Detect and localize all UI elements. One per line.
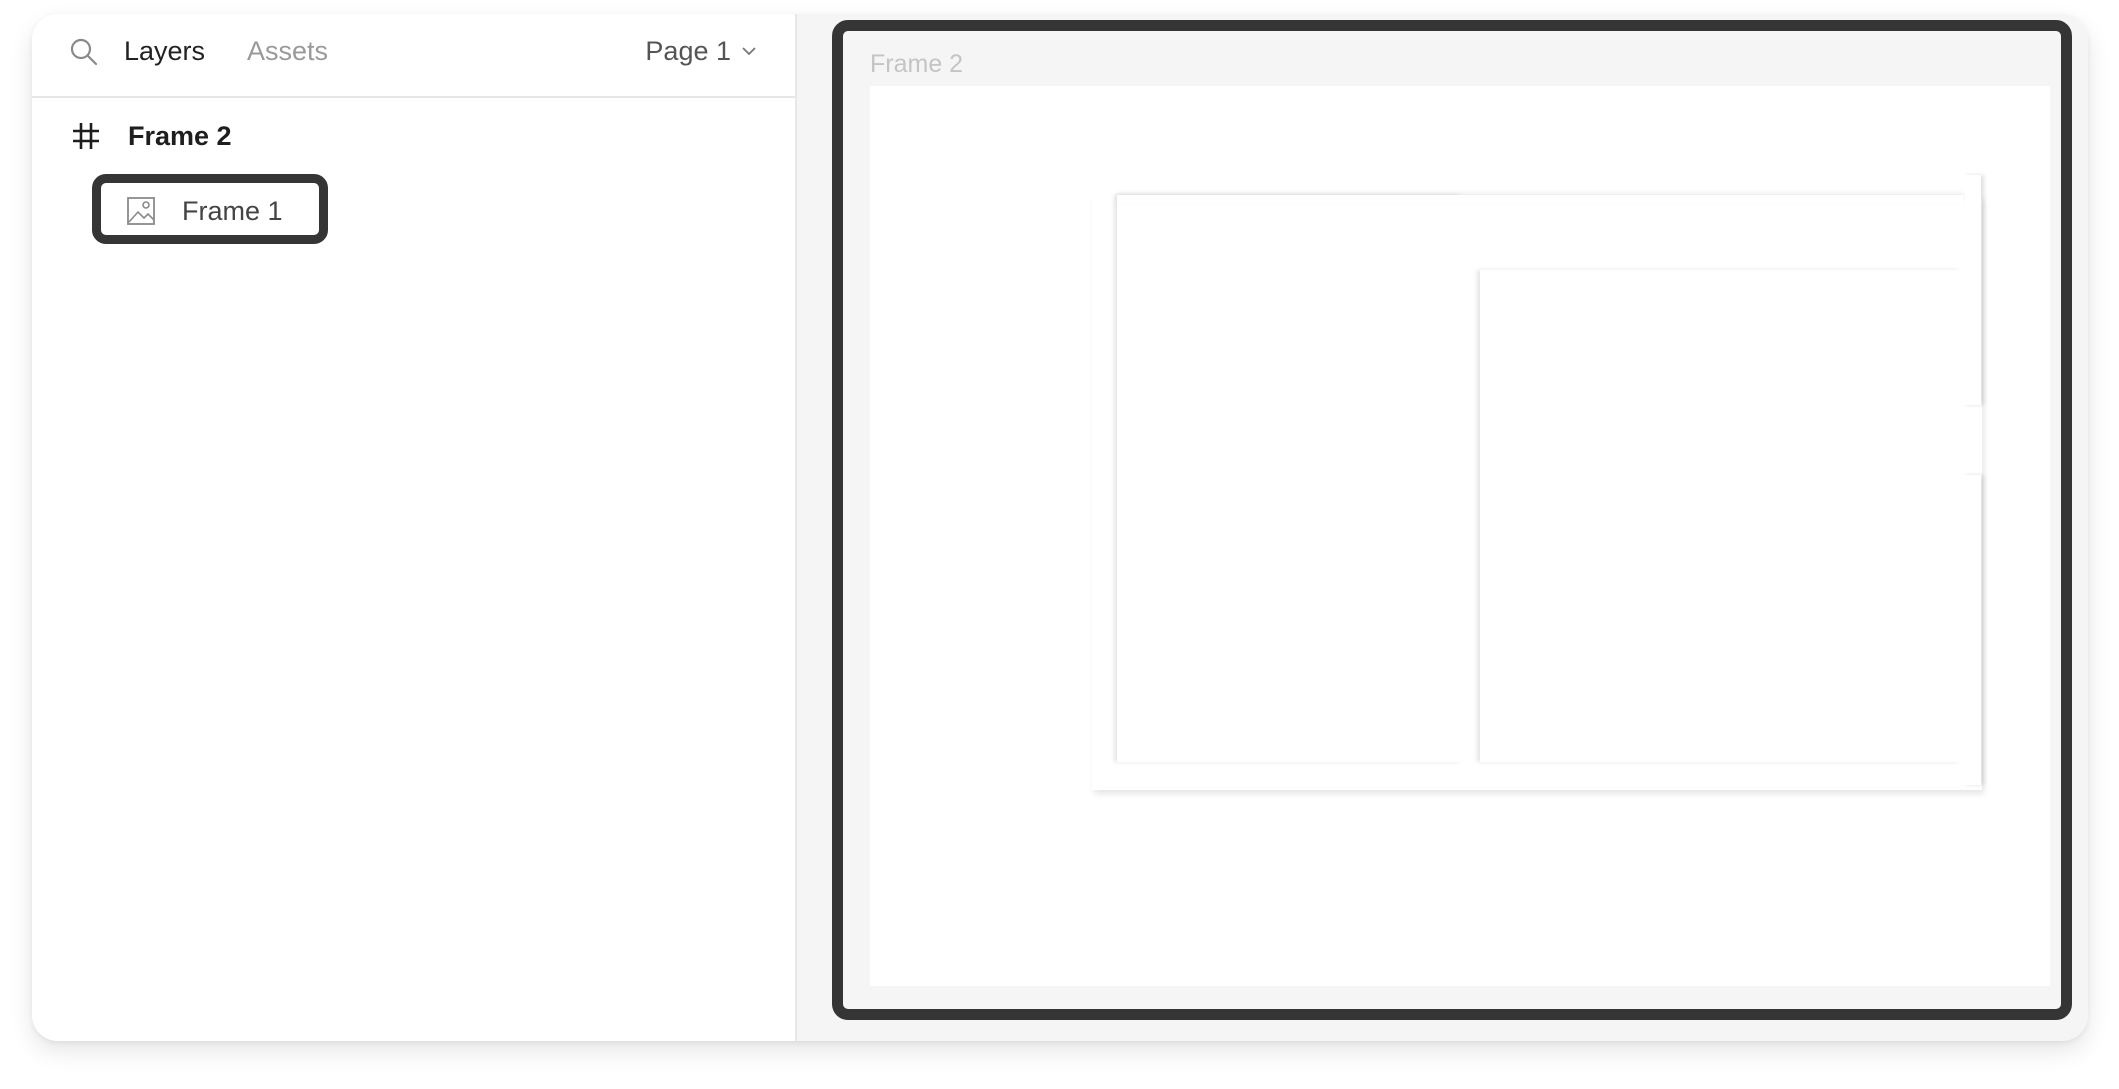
- search-icon[interactable]: [68, 36, 100, 68]
- layer-item-frame-1[interactable]: Frame 1: [126, 194, 283, 228]
- frame-hash-icon: [73, 123, 99, 149]
- frame-2-highlight-outline: [832, 20, 2072, 1020]
- panel-header: Layers Assets Page 1: [32, 14, 795, 98]
- chevron-down-icon: [742, 47, 756, 56]
- layer-item-frame-2[interactable]: Frame 2: [70, 119, 232, 153]
- page-selector[interactable]: Page 1: [645, 34, 757, 68]
- layer-label-frame-1: Frame 1: [182, 196, 283, 226]
- image-icon: [127, 197, 155, 225]
- layer-label-frame-2: Frame 2: [128, 121, 232, 151]
- tab-assets[interactable]: Assets: [247, 34, 328, 68]
- tab-layers[interactable]: Layers: [124, 34, 205, 68]
- page-selector-label: Page 1: [645, 36, 731, 66]
- layers-panel: Layers Assets Page 1 Frame 2 Frame 1: [32, 14, 797, 1041]
